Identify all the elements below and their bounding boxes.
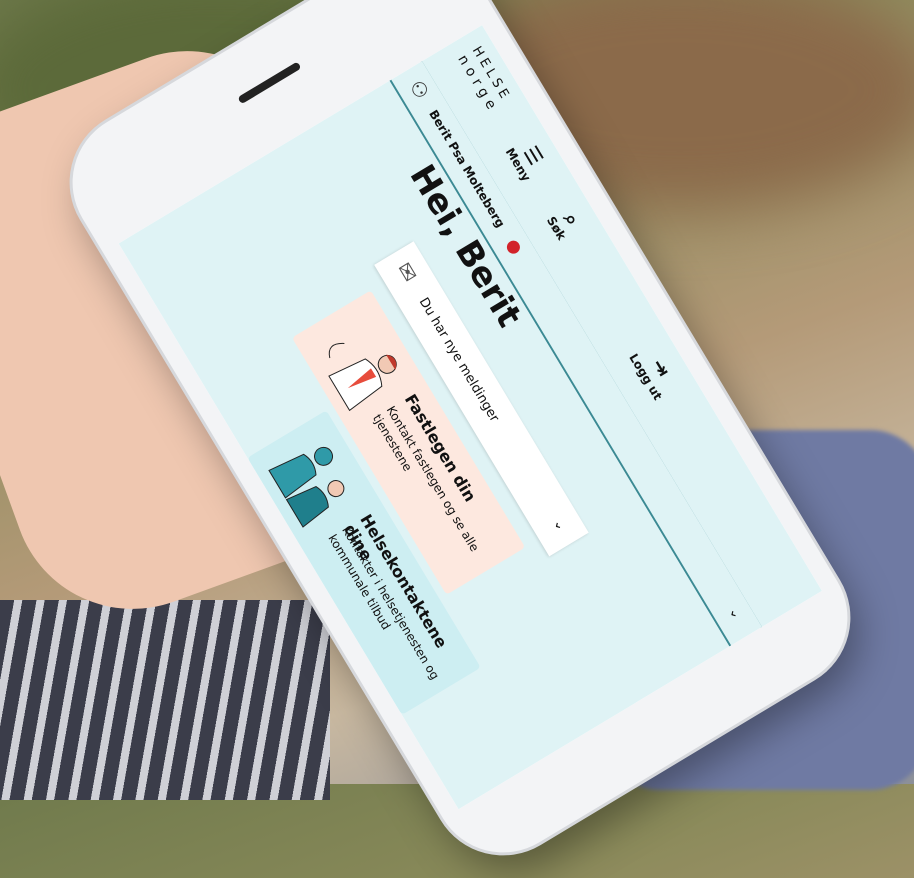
envelope-icon: ✉ (390, 258, 422, 288)
search-button[interactable]: ⌕ Søk (544, 203, 588, 243)
chevron-down-icon: ⌄ (549, 515, 570, 534)
helsenorge-logo[interactable]: HELSE norge (454, 44, 515, 117)
user-icon: ⚇ (404, 75, 435, 104)
chevron-down-icon: ⌄ (725, 603, 745, 623)
menu-button[interactable]: ☰ Meny (503, 134, 553, 184)
notification-dot (504, 238, 523, 257)
phone-speaker (237, 61, 302, 105)
logout-button[interactable]: ⇥ Logg ut (626, 340, 683, 402)
background-sleeve (0, 600, 330, 800)
